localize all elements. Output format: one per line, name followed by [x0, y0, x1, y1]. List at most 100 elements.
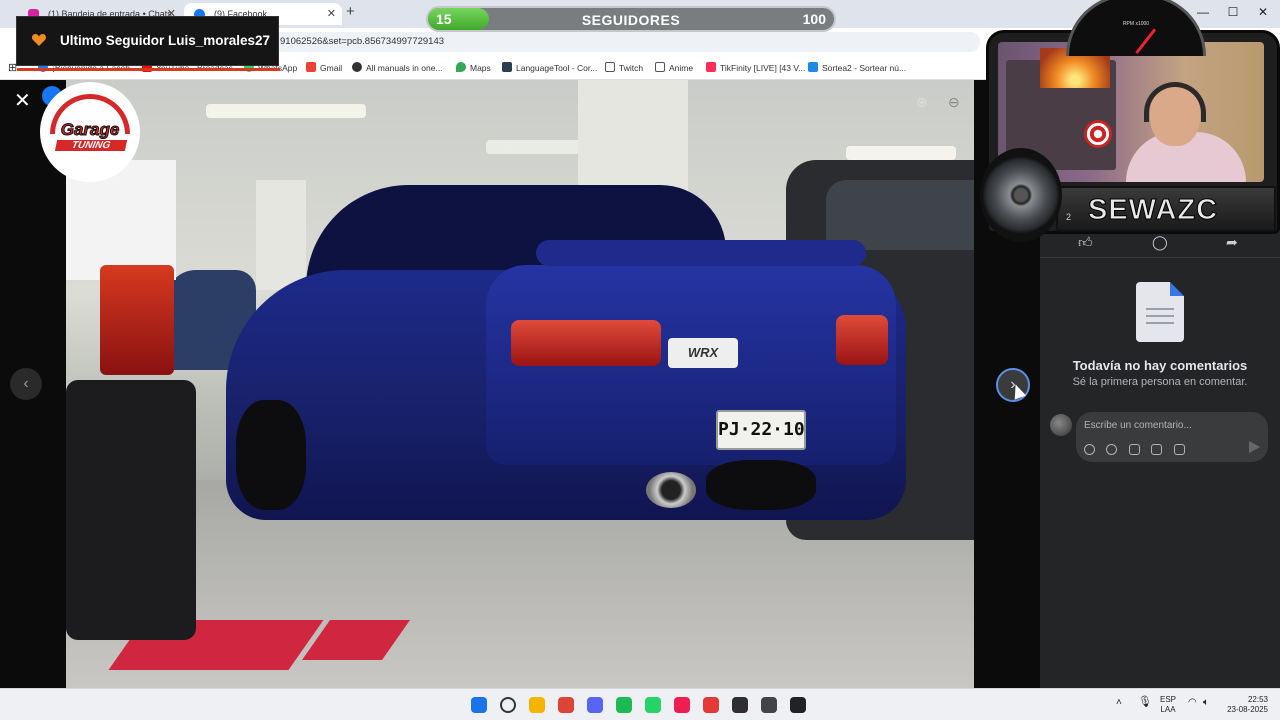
comments-panel: 👍︎ ◯ ➦ Todavía no hay comentarios Sé la … [1040, 230, 1280, 688]
like-icon[interactable]: 👍︎ [1078, 234, 1093, 251]
send-icon[interactable] [1249, 441, 1260, 453]
no-comments-subtitle: Sé la primera persona en comentar. [1072, 376, 1248, 388]
latest-follower-banner: Ultimo Seguidor Luis_morales27 [16, 16, 280, 71]
follower-goal-bar: SEGUIDORES 15 100 [426, 6, 836, 32]
bookmark-label: Sortea2 - Sortear nú... [822, 63, 907, 73]
sortea2-icon [808, 62, 818, 72]
reaction-row: 👍︎ ◯ ➦ [1040, 230, 1280, 258]
avatar-sticker-icon[interactable] [1084, 444, 1095, 455]
taskbar: ˄ 🎙︎ ESP LAA ◠ 🔈︎ 22:53 23-08-2025 [0, 688, 1280, 720]
chrome-icon[interactable] [558, 697, 574, 713]
bookmark-gmail[interactable]: Gmail [306, 61, 342, 75]
latest-follower-text: Ultimo Seguidor Luis_morales27 [60, 33, 271, 48]
wheel-rim-decoration [980, 148, 1062, 242]
app-icon-2[interactable] [790, 697, 806, 713]
bookmark-label: Anime [669, 63, 694, 73]
close-viewer-button[interactable]: ✕ [14, 88, 31, 113]
bookmark-label: Gmail [320, 63, 343, 73]
headset [1144, 82, 1206, 122]
new-tab-button[interactable]: + [346, 3, 355, 20]
bookmark-label: LanguageTool - Cor... [516, 63, 598, 73]
language-code: ESP [1160, 695, 1177, 704]
bookmark-label: Twitch [619, 63, 644, 73]
no-comments-title: Todavía no hay comentarios [1072, 358, 1248, 373]
windows-start-icon[interactable] [471, 697, 487, 713]
logo-text-garage: Garage [60, 120, 120, 140]
zoom-in-icon[interactable]: ⊕ [916, 94, 928, 111]
comment-input[interactable] [1084, 418, 1254, 432]
ceiling-light [846, 146, 956, 160]
wifi-icon[interactable]: ◠ [1188, 698, 1197, 708]
parked-car-left-lower [66, 380, 196, 640]
language-indicator[interactable]: ESP LAA [1160, 695, 1176, 715]
bookmark-anime[interactable]: Anime [655, 61, 693, 75]
manuals-icon [352, 62, 362, 72]
taillight [511, 320, 661, 366]
taillight [836, 315, 888, 365]
app-icon[interactable] [761, 697, 777, 713]
garage-tuning-logo: Garage TUNING [40, 82, 140, 182]
license-plate: PJ·22·10 [716, 410, 806, 450]
emoji-icon[interactable] [1106, 444, 1118, 455]
heart-icon [31, 34, 47, 46]
clock-date: 23-08-2025 [1227, 705, 1268, 714]
bookmark-tikfinity[interactable]: TikFinity [LIVE] [43 V... [706, 61, 805, 75]
photo-viewer: WRX PJ·22·10 ⊕ ⊖ [0, 80, 1040, 688]
tire [706, 460, 816, 510]
tiktok-icon[interactable] [674, 697, 690, 713]
logo-text-tuning: TUNING [54, 140, 128, 151]
comment-icon[interactable]: ◯ [1152, 234, 1168, 251]
spotify-icon[interactable] [616, 697, 632, 713]
search-icon[interactable] [500, 697, 516, 713]
parking-pillar [256, 180, 306, 290]
car-photo[interactable]: WRX PJ·22·10 ⊕ ⊖ [66, 80, 974, 688]
microphone-icon[interactable]: 🎙︎ [1138, 697, 1152, 708]
share-icon[interactable]: ➦ [1226, 234, 1238, 251]
tire [236, 400, 306, 510]
gmail-icon [306, 62, 316, 72]
taillight [100, 265, 174, 375]
gif-icon[interactable] [1151, 444, 1163, 455]
keyboard-layout: LAA [1160, 705, 1176, 714]
streamer-name-plate: 2 SEWAZC [1056, 186, 1276, 232]
file-explorer-icon[interactable] [529, 697, 545, 713]
exhaust-tip [646, 472, 696, 508]
bookmark-manuals[interactable]: All manuals in one... [352, 61, 443, 75]
clock-time: 22:53 [1247, 695, 1268, 704]
gauge-label: RPM x1000 [1122, 21, 1150, 27]
obs-icon[interactable] [732, 697, 748, 713]
car-spoiler [536, 240, 866, 266]
volume-icon[interactable]: 🔈︎ [1203, 698, 1209, 708]
zoom-out-icon[interactable]: ⊖ [948, 94, 960, 111]
goal-title: SEGUIDORES [581, 12, 681, 28]
bookmark-label: All manuals in one... [366, 63, 443, 73]
bookmark-label: TikFinity [LIVE] [43 V... [720, 63, 806, 73]
discord-icon[interactable] [587, 697, 603, 713]
camera-icon[interactable] [1128, 444, 1140, 455]
previous-photo-button[interactable]: ‹ [10, 368, 42, 400]
shield-icon [1084, 120, 1112, 148]
document-icon [1136, 282, 1184, 342]
wrx-badge: WRX [668, 338, 738, 368]
bookmark-sortea2[interactable]: Sortea2 - Sortear nú... [808, 61, 906, 75]
whatsapp-icon[interactable] [645, 697, 661, 713]
folder-icon [655, 62, 665, 72]
close-icon[interactable]: ✕ [327, 3, 336, 25]
streamer-name: SEWAZC [1087, 194, 1219, 227]
comment-composer [1076, 412, 1268, 462]
name-prefix: 2 [1066, 212, 1072, 222]
folder-icon [605, 62, 615, 72]
sticker-icon[interactable] [1173, 444, 1185, 455]
clock[interactable]: 22:53 23-08-2025 [1224, 695, 1268, 715]
map-pin-icon [456, 62, 466, 72]
maximize-button[interactable]: ☐ [1218, 5, 1248, 19]
bookmark-maps[interactable]: Maps [456, 61, 491, 75]
bookmark-twitch[interactable]: Twitch [605, 61, 643, 75]
tikfinity-icon[interactable] [703, 697, 719, 713]
chevron-up-icon[interactable]: ˄ [1116, 698, 1122, 708]
bookmark-label: Maps [470, 63, 491, 73]
close-window-button[interactable]: ✕ [1248, 5, 1278, 19]
goal-current-count: 15 [436, 11, 452, 27]
gauge-needle [1135, 28, 1157, 54]
bookmark-languagetool[interactable]: LanguageTool - Cor... [502, 61, 597, 75]
